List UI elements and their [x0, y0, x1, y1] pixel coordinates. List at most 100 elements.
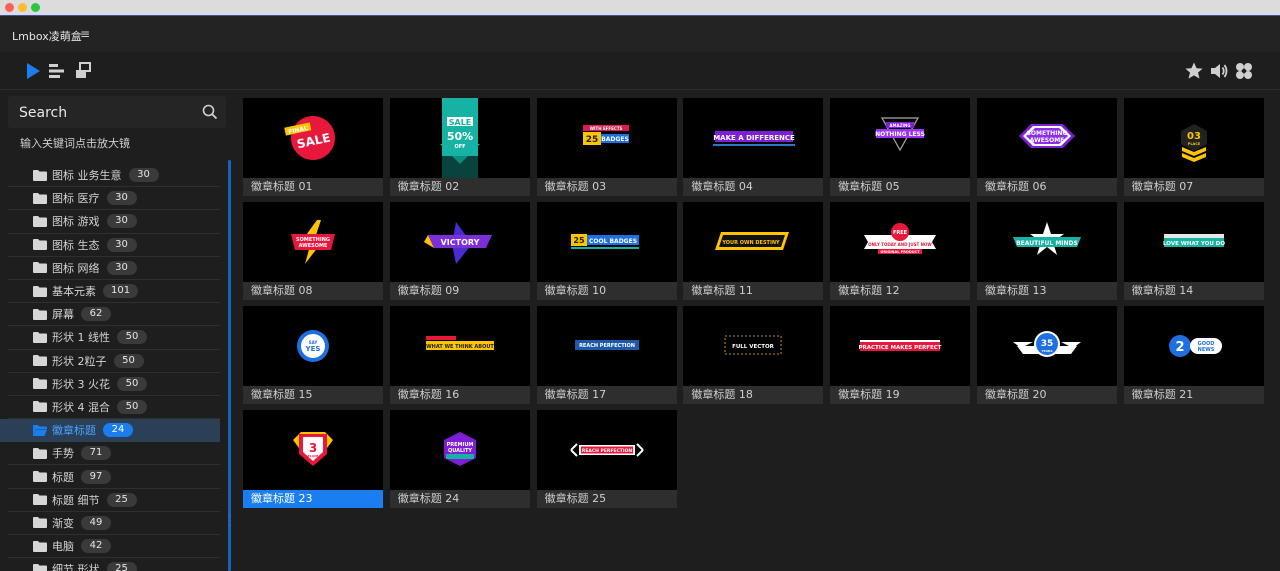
folder-icon	[33, 262, 47, 274]
badge-thumbnail[interactable]: AMAZING NOTHING LESS	[830, 98, 971, 178]
badge-caption: 徽章标题 13	[977, 282, 1117, 300]
sidebar-item-3[interactable]: 图标 游戏 30	[8, 210, 220, 234]
badge-thumbnail[interactable]: LOVE WHAT YOU DO	[1123, 202, 1264, 282]
badge-card-3[interactable]: WITH EFFECTS 25 BADGES 徽章标题 03	[536, 98, 677, 196]
sidebar-item-12[interactable]: 徽章标题 24	[0, 419, 220, 443]
window-maximize-button[interactable]	[31, 3, 40, 12]
badge-card-13[interactable]: BEAUTIFUL MINDS 徽章标题 13	[977, 202, 1117, 300]
badge-card-21[interactable]: 2 GOOD NEWS 徽章标题 21	[1123, 306, 1264, 404]
svg-text:LOVE WHAT YOU DO: LOVE WHAT YOU DO	[1163, 241, 1225, 247]
search-box[interactable]: Search	[8, 96, 226, 128]
badge-thumbnail[interactable]: REACH PERFECTION	[536, 410, 677, 490]
badge-thumbnail[interactable]: 3 PLACE	[243, 410, 383, 490]
count-badge: 97	[81, 469, 111, 484]
sidebar-item-4[interactable]: 图标 生态 30	[8, 234, 220, 257]
svg-text:REACH PERFECTION: REACH PERFECTION	[581, 448, 632, 454]
window-close-button[interactable]	[5, 3, 14, 12]
badge-card-18[interactable]: FULL VECTOR 徽章标题 18	[683, 306, 824, 404]
count-badge: 62	[81, 307, 111, 322]
badge-card-15[interactable]: SAY YES 徽章标题 15	[243, 306, 383, 404]
badge-thumbnail[interactable]: 2 GOOD NEWS	[1123, 306, 1264, 386]
badge-card-12[interactable]: FREE ONLY TODAY AND JUST NOW ORIGINAL PROD…	[830, 202, 971, 300]
badge-card-9[interactable]: VICTORY 徽章标题 09	[389, 202, 530, 300]
sidebar-item-15[interactable]: 标题 细节 25	[8, 489, 220, 512]
badge-card-14[interactable]: LOVE WHAT YOU DO 徽章标题 14	[1123, 202, 1264, 300]
badge-card-4[interactable]: MAKE A DIFFERENCE 徽章标题 04	[683, 98, 824, 196]
sidebar-item-9[interactable]: 形状 2粒子 50	[8, 350, 220, 373]
badge-thumbnail[interactable]: 03 PLACE	[1123, 98, 1264, 178]
count-badge: 25	[106, 492, 137, 507]
badge-card-6[interactable]: SOMETHING AWESOME 徽章标题 06	[977, 98, 1117, 196]
svg-text:2: 2	[1175, 340, 1184, 355]
badge-card-17[interactable]: REACH PERFECTION 徽章标题 17	[536, 306, 677, 404]
sidebar-item-10[interactable]: 形状 3 火花 50	[8, 373, 220, 396]
badge-thumbnail[interactable]: FULL VECTOR	[683, 306, 824, 386]
badge-thumbnail[interactable]: PRACTICE MAKES PERFECT	[830, 306, 971, 386]
badge-thumbnail[interactable]: SOMETHING AWESOME	[977, 98, 1117, 178]
badge-thumbnail[interactable]: 25 COOL BADGES	[536, 202, 677, 282]
badge-thumbnail[interactable]: YOUR OWN DESTINY	[683, 202, 824, 282]
sidebar-item-2[interactable]: 图标 医疗 30	[8, 187, 220, 211]
badge-thumbnail[interactable]: REACH PERFECTION	[536, 306, 677, 386]
badge-thumbnail[interactable]: SOMETHING AWESOME	[243, 202, 383, 282]
badge-card-8[interactable]: SOMETHING AWESOME 徽章标题 08	[243, 202, 383, 300]
folder-icon	[33, 192, 47, 204]
badge-thumbnail[interactable]: SALE 50% OFF	[389, 98, 530, 178]
badge-card-5[interactable]: AMAZING NOTHING LESS 徽章标题 05	[830, 98, 971, 196]
search-icon[interactable]	[202, 104, 218, 120]
badge-thumbnail[interactable]: PREMIUM QUALITY	[389, 410, 530, 490]
svg-text:QUALITY: QUALITY	[448, 448, 472, 454]
sidebar-item-8[interactable]: 形状 1 线性 50	[8, 326, 220, 350]
badge-thumbnail[interactable]: FREE ONLY TODAY AND JUST NOW ORIGINAL PROD…	[830, 202, 971, 282]
sidebar-item-1[interactable]: 图标 业务生意 30	[8, 164, 220, 188]
volume-icon[interactable]	[1209, 61, 1229, 81]
badge-thumbnail[interactable]: WHAT WE THINK ABOUT	[389, 306, 530, 386]
svg-text:AWESOME: AWESOME	[1030, 137, 1065, 144]
sidebar-item-17[interactable]: 电脑 42	[8, 535, 220, 559]
badge-card-2[interactable]: SALE 50% OFF 徽章标题 02	[389, 98, 530, 196]
list-icon[interactable]	[47, 61, 67, 81]
badge-thumbnail[interactable]: VICTORY	[389, 202, 530, 282]
sidebar-item-18[interactable]: 细节 形状 25	[8, 558, 220, 571]
badge-thumbnail[interactable]: MAKE A DIFFERENCE	[683, 98, 824, 178]
count-badge: 50	[117, 330, 147, 345]
badge-thumbnail[interactable]: FINAL SALE	[243, 98, 383, 178]
badge-card-19[interactable]: PRACTICE MAKES PERFECT 徽章标题 19	[830, 306, 971, 404]
badge-card-11[interactable]: YOUR OWN DESTINY 徽章标题 11	[683, 202, 824, 300]
sidebar-item-11[interactable]: 形状 4 混合 50	[8, 396, 220, 420]
grid-icon[interactable]	[1234, 61, 1254, 81]
sidebar-item-7[interactable]: 屏幕 62	[8, 303, 220, 327]
sidebar-item-label: 基本元素	[52, 285, 96, 299]
badge-card-22[interactable]: 3 PLACE 徽章标题 23	[243, 410, 383, 508]
badge-card-20[interactable]: 35 YEARS 徽章标题 20	[977, 306, 1117, 404]
panel-splitter-handle[interactable]: · · ·	[229, 513, 233, 531]
badge-thumbnail[interactable]: 35 YEARS	[977, 306, 1117, 386]
sidebar-scrollbar[interactable]	[228, 160, 231, 571]
svg-text:AWESOME: AWESOME	[299, 243, 328, 249]
app-title: Lmbox凌萌盒	[12, 30, 82, 43]
sidebar-item-14[interactable]: 标题 97	[8, 465, 220, 489]
layers-icon[interactable]	[73, 61, 93, 81]
badge-thumbnail[interactable]: BEAUTIFUL MINDS	[977, 202, 1117, 282]
sidebar-item-6[interactable]: 基本元素 101	[8, 280, 220, 304]
badge-card-7[interactable]: 03 PLACE 徽章标题 07	[1123, 98, 1264, 196]
window-minimize-button[interactable]	[18, 3, 27, 12]
badge-thumbnail[interactable]: SAY YES	[243, 306, 383, 386]
play-icon[interactable]	[23, 61, 43, 81]
menu-icon[interactable]: ≡	[80, 27, 90, 41]
badge-card-1[interactable]: FINAL SALE 徽章标题 01	[243, 98, 383, 196]
badge-thumbnail[interactable]: WITH EFFECTS 25 BADGES	[536, 98, 677, 178]
badge-card-10[interactable]: 25 COOL BADGES 徽章标题 10	[536, 202, 677, 300]
badge-card-24[interactable]: REACH PERFECTION 徽章标题 25	[536, 410, 677, 508]
category-tree: 图标 业务生意 30 图标 医疗 30 图标 游戏 30 图标 生态 30 图标…	[0, 164, 220, 571]
badge-caption: 徽章标题 15	[243, 386, 383, 404]
star-icon[interactable]	[1184, 61, 1204, 81]
sidebar-item-5[interactable]: 图标 网络 30	[8, 257, 220, 280]
sidebar-item-13[interactable]: 手势 71	[8, 442, 220, 466]
badge-caption: 徽章标题 02	[389, 178, 530, 196]
sidebar-item-label: 标题	[52, 470, 74, 484]
svg-text:FULL VECTOR: FULL VECTOR	[732, 344, 775, 350]
sidebar-item-16[interactable]: 渐变 49	[8, 512, 220, 535]
badge-card-23[interactable]: PREMIUM QUALITY 徽章标题 24	[389, 410, 530, 508]
badge-card-16[interactable]: WHAT WE THINK ABOUT 徽章标题 16	[389, 306, 530, 404]
